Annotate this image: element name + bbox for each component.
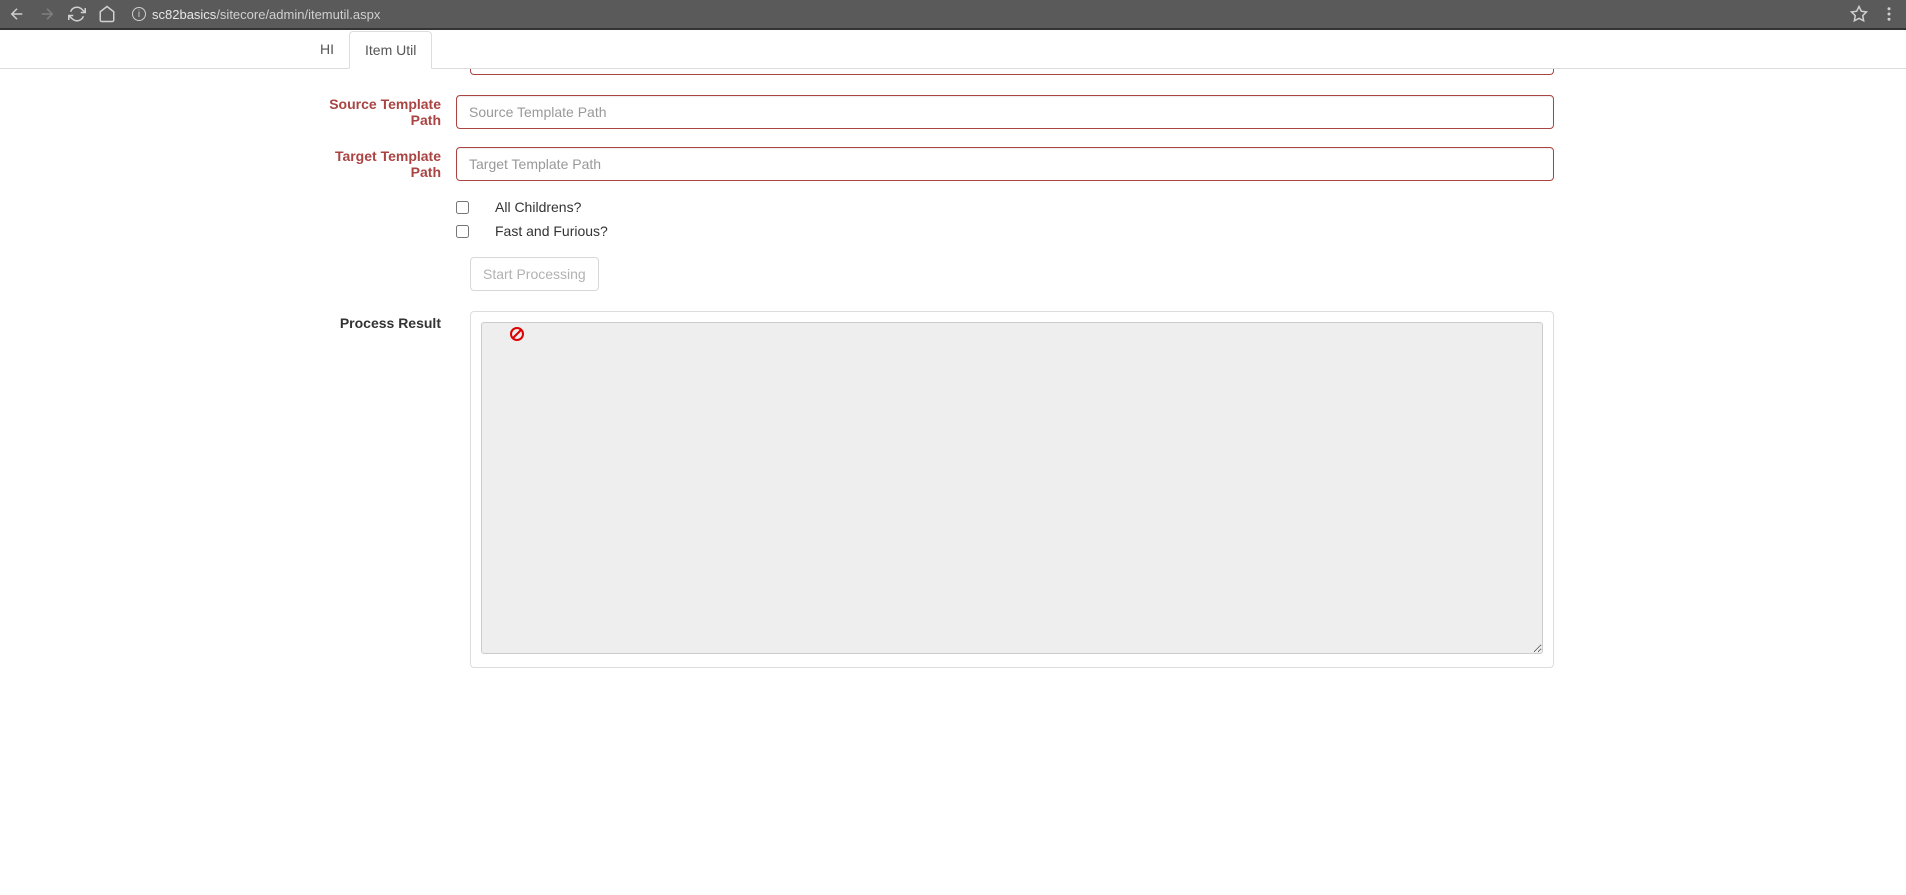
browser-toolbar: i sc82basics/sitecore/admin/itemutil.asp… [0,0,1906,28]
url-host: sc82basics [152,7,216,22]
source-template-input[interactable] [456,95,1554,129]
tab-item-util[interactable]: Item Util [349,31,432,69]
all-children-checkbox[interactable] [456,201,469,214]
tab-hi[interactable]: HI [305,31,349,69]
source-template-label: Source Template Path [308,96,456,128]
reload-button[interactable] [68,5,86,23]
back-button[interactable] [8,5,26,23]
menu-dots-icon[interactable] [1880,5,1898,23]
result-panel [470,311,1554,668]
fast-furious-checkbox[interactable] [456,225,469,238]
process-result-textarea [481,322,1543,654]
url-path: /sitecore/admin/itemutil.aspx [216,7,380,22]
tab-bar: HI Item Util [0,30,1906,69]
process-result-label: Process Result [308,315,456,331]
home-button[interactable] [98,5,116,23]
target-template-input[interactable] [456,147,1554,181]
target-template-label: Target Template Path [308,148,456,180]
address-bar[interactable]: i sc82basics/sitecore/admin/itemutil.asp… [128,7,1838,22]
partial-input-cut-off [470,69,1554,75]
fast-furious-label: Fast and Furious? [495,223,608,239]
all-children-label: All Childrens? [495,199,581,215]
start-processing-button[interactable]: Start Processing [470,257,599,291]
bookmark-star-icon[interactable] [1850,5,1868,23]
forward-button [38,5,56,23]
info-icon[interactable]: i [132,7,146,21]
